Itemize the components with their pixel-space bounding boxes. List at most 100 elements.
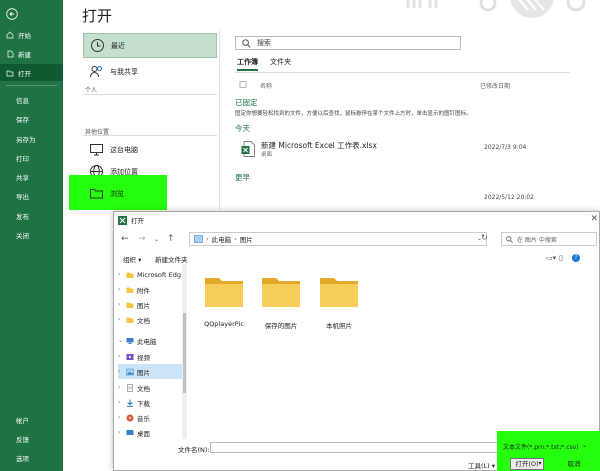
nav-item-this-pc[interactable]: ⌄ 此电脑 [118, 333, 184, 348]
sidebar-item-open[interactable]: 打开 [0, 64, 63, 81]
sidebar-item-new[interactable]: 新建 [0, 45, 63, 62]
folder-tile[interactable]: QQplayerPic [198, 274, 250, 334]
sidebar-divider [6, 85, 57, 86]
tab-workbooks[interactable]: 工作簿 [237, 57, 258, 71]
chevron-down-icon[interactable]: ⌄ [582, 442, 587, 449]
folder-icon [126, 287, 134, 293]
nav-item-pictures[interactable]: › 图片 [118, 364, 184, 379]
recent-locations-chevron-icon[interactable]: ⌄ [154, 236, 159, 243]
folder-icon [262, 278, 300, 307]
nav-item-downloads[interactable]: › 下载 [118, 395, 184, 410]
location-browse[interactable]: 浏览 [83, 181, 217, 206]
up-folder-icon[interactable]: ↑ [167, 234, 175, 244]
sidebar-item-save-as[interactable]: 另存为 [0, 130, 63, 147]
sidebar-item-save[interactable]: 保存 [0, 110, 63, 127]
folder-tile[interactable]: 本机照片 [313, 274, 365, 334]
chevron-right-icon[interactable]: › [118, 414, 126, 421]
location-label: 这台电脑 [110, 145, 138, 154]
chevron-right-icon[interactable]: › [118, 399, 126, 406]
sidebar-item-export[interactable]: 导出 [0, 187, 63, 204]
address-bar[interactable]: › 此电脑 › 图片 ⌄ [189, 232, 487, 246]
sidebar-item-share[interactable]: 共享 [0, 168, 63, 185]
dialog-titlebar[interactable]: 打开 ✕ [114, 212, 600, 228]
download-icon [127, 399, 133, 407]
organize-menu-button[interactable]: 组织 ▾ [123, 254, 141, 264]
nav-item-folder[interactable]: › 文档 [118, 312, 184, 327]
sidebar-item-label: 关闭 [16, 231, 29, 240]
location-recent[interactable]: 最近 [83, 33, 217, 58]
sidebar-item-publish[interactable]: 发布 [0, 207, 63, 224]
sidebar-item-feedback[interactable]: 反馈 [0, 430, 63, 447]
location-label: 最近 [111, 41, 125, 50]
nav-item-desktop[interactable]: › 桌面 [118, 425, 184, 440]
navigation-pane: › Microsoft Edg › 附件 › 图片 › 文档 ⌄ 此电脑 › 视频 › 图片 … [114, 264, 190, 439]
search-placeholder: 搜索 [257, 39, 271, 47]
chevron-right-icon[interactable]: › [118, 316, 126, 323]
chevron-right-icon[interactable]: › [118, 271, 126, 278]
nav-item-folder[interactable]: › 附件 [118, 282, 184, 297]
chevron-right-icon[interactable]: › [118, 368, 126, 375]
chevron-right-icon[interactable]: › [118, 301, 126, 308]
nav-item-folder[interactable]: › 图片 [118, 297, 184, 312]
sidebar-item-options[interactable]: 选项 [0, 449, 63, 466]
chevron-right-icon[interactable]: › [118, 429, 126, 436]
new-folder-button[interactable]: 新建文件夹 [155, 254, 188, 264]
nav-item-label: 图片 [137, 368, 150, 377]
preview-pane-icon[interactable]: ▯ [559, 254, 563, 262]
tab-folders[interactable]: 文件夹 [270, 57, 291, 67]
sidebar-item-label: 新建 [18, 50, 31, 59]
section-header-pinned: 已固定 [235, 98, 258, 107]
section-header-earlier: 更早 [235, 173, 250, 182]
nav-item-videos[interactable]: › 视频 [118, 349, 184, 364]
sidebar-item-print[interactable]: 打印 [0, 149, 63, 166]
nav-item-documents[interactable]: › 文档 [118, 380, 184, 395]
location-shared-with-me[interactable]: 与我共享 [83, 59, 217, 84]
recent-file-row[interactable]: 新建 Microsoft Excel 工作表.xlsx 桌面 2022/7/3 … [235, 138, 570, 160]
scrollbar-thumb[interactable] [183, 313, 186, 393]
sidebar-item-home[interactable]: 开始 [0, 26, 63, 43]
nav-item-folder[interactable]: › Microsoft Edg [118, 267, 184, 282]
chevron-right-icon[interactable]: › [118, 384, 126, 391]
breadcrumb-pictures[interactable]: 图片 [240, 234, 253, 244]
excel-file-icon [241, 141, 255, 157]
folder-icon [205, 278, 243, 307]
search-input[interactable]: 搜索 [235, 36, 461, 50]
filename-label: 文件名(N): [178, 446, 210, 454]
sidebar-item-label: 保存 [16, 115, 29, 124]
dialog-search-input[interactable]: 在 图片 中搜索 [501, 232, 597, 246]
chevron-right-icon[interactable]: › [118, 286, 126, 293]
cancel-button[interactable]: 取消 [552, 458, 596, 470]
refresh-icon[interactable]: ↻ [481, 233, 488, 242]
column-header-modified[interactable]: 已修改日期 [480, 81, 510, 90]
back-icon[interactable]: ← [121, 234, 129, 244]
tools-menu-button[interactable]: 工具(L) ▾ [468, 460, 495, 470]
folder-label: 保存的图片 [264, 322, 298, 330]
folder-icon [126, 317, 134, 323]
chevron-down-icon[interactable]: ▾ [534, 458, 546, 470]
file-location: 桌面 [261, 152, 273, 158]
forward-icon[interactable]: → [138, 234, 146, 244]
back-arrow-icon[interactable] [6, 8, 18, 20]
file-name: 新建 Microsoft Excel 工作表.xlsx [261, 141, 377, 150]
decorative-header-graphic [406, 0, 586, 18]
sidebar-item-close[interactable]: 关闭 [0, 226, 63, 243]
excel-app-icon [118, 215, 127, 225]
filename-input[interactable] [210, 442, 505, 453]
open-file-dialog: 打开 ✕ ← → ⌄ ↑ › 此电脑 › 图片 ⌄ ↻ 在 图片 中搜索 组织 … [113, 211, 600, 471]
view-options-icon[interactable]: ▭▾ [546, 254, 556, 262]
folder-label: QQplayerPic [204, 320, 244, 328]
chevron-right-icon[interactable]: › [118, 353, 126, 360]
dialog-title: 打开 [131, 217, 144, 225]
chevron-down-icon[interactable]: ⌄ [118, 337, 126, 344]
file-type-select[interactable]: 文本文件(*.prn;*.txt;*.csv) [503, 442, 579, 451]
close-icon[interactable]: ✕ [590, 214, 598, 224]
help-icon[interactable]: ? [572, 254, 580, 262]
nav-item-label: 此电脑 [137, 337, 157, 346]
folder-tile[interactable]: 保存的图片 [255, 274, 307, 334]
sidebar-item-info[interactable]: 信息 [0, 91, 63, 108]
file-list-scrollbar[interactable] [591, 264, 599, 439]
nav-item-music[interactable]: › 音乐 [118, 410, 184, 425]
sidebar-item-account[interactable]: 帐户 [0, 411, 63, 428]
column-header-name[interactable]: 名称 [260, 81, 272, 90]
breadcrumb-this-pc[interactable]: 此电脑 [212, 234, 232, 244]
